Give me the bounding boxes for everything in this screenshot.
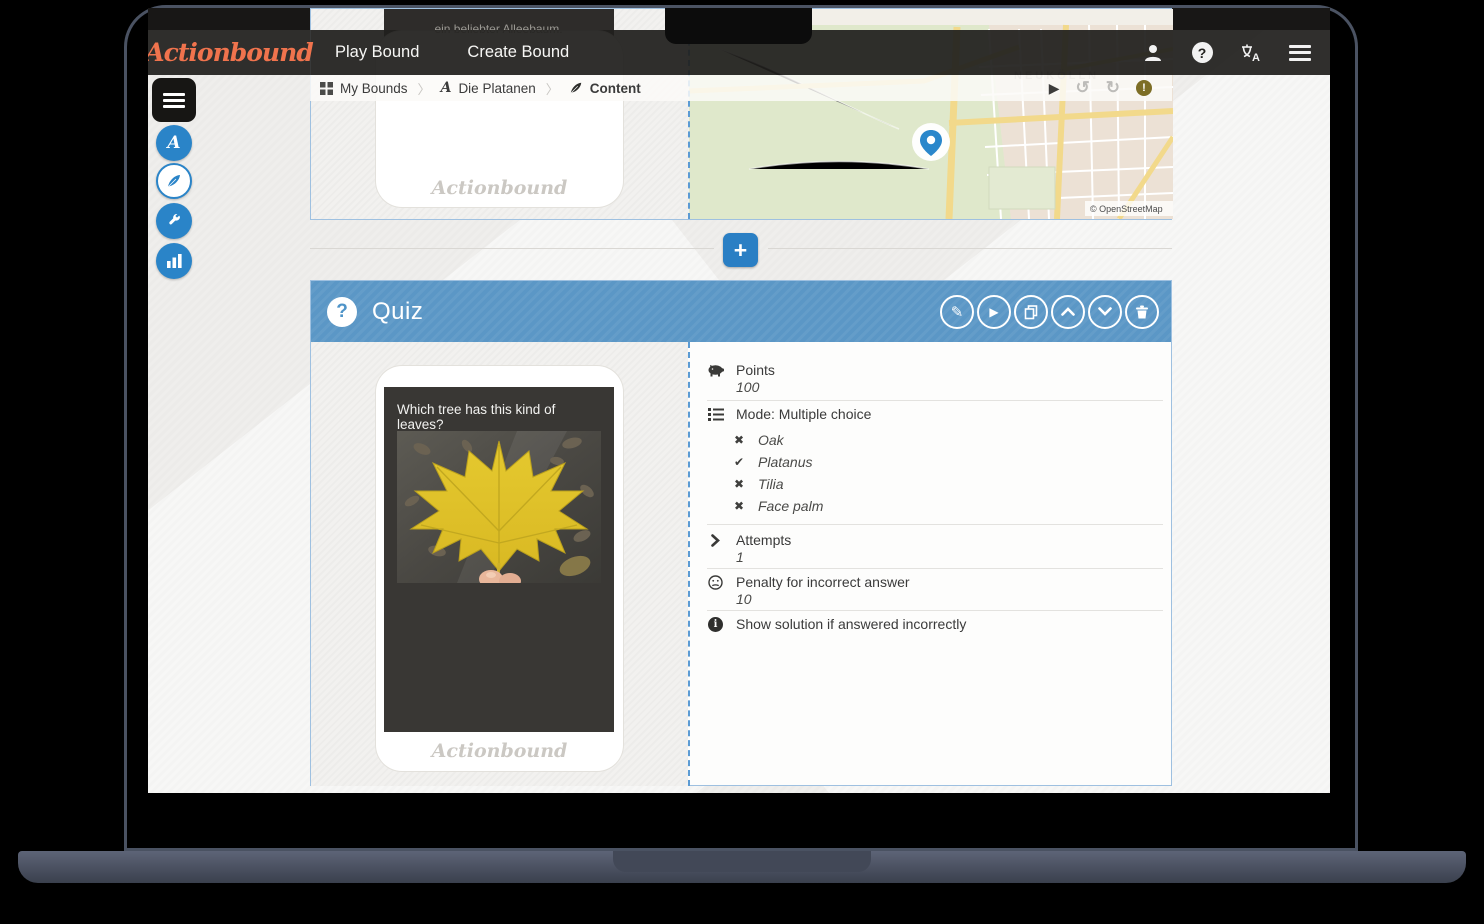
mode-row: Mode: Multiple choice [707,406,871,423]
warning-icon[interactable]: ! [1136,80,1152,96]
help-icon[interactable]: ? [1190,41,1214,65]
user-icon[interactable] [1141,41,1165,65]
quiz-header: ? Quiz ✎ ▶ [311,281,1171,342]
actionbound-a-icon: A [441,80,452,96]
penalty-row: Penalty for incorrect answer [707,574,910,591]
wrench-icon [166,213,182,229]
duplicate-button[interactable] [1014,295,1048,329]
move-up-button[interactable] [1051,295,1085,329]
svg-text:A: A [1252,52,1260,63]
info-icon: i [707,616,724,633]
quiz-settings-panel: Points 100 Mode: Multiple choice [689,342,1173,786]
piggy-bank-icon [707,362,724,379]
laptop-base-notch [613,851,871,872]
breadcrumb-my-bounds[interactable]: My Bounds [310,81,418,96]
quiz-title: Quiz [372,298,423,326]
chevron-up-icon [1061,307,1075,316]
preview-play-icon[interactable]: ▶ [1049,80,1060,97]
nav-create-bound[interactable]: Create Bound [443,30,593,75]
laptop-mockup: Actionbound [0,0,1484,924]
quiz-option: ✔ Platanus [734,454,812,470]
laptop-screen: Actionbound [148,8,1330,793]
quiz-option: ✖ Tilia [734,476,784,492]
trash-icon [1135,304,1149,319]
preview-button[interactable]: ▶ [977,295,1011,329]
breadcrumb-bound-name[interactable]: A Die Platanen [431,80,546,96]
breadcrumb-content[interactable]: Content [559,81,651,96]
leaf-photo [397,431,601,583]
copy-icon [1023,304,1039,320]
bar-chart-icon [167,254,182,268]
hamburger-icon [163,90,185,111]
wrong-mark-icon: ✖ [734,433,748,447]
edit-button[interactable]: ✎ [940,295,974,329]
phone-preview-frame-quiz: Which tree has this kind of leaves? [376,366,623,771]
quiz-type-icon: ? [327,297,357,327]
wrong-mark-icon: ✖ [734,477,748,491]
points-row: Points [707,362,775,379]
pencil-icon: ✎ [951,303,964,321]
svg-text:© OpenStreetMap: © OpenStreetMap [1090,204,1163,214]
quiz-option: ✖ Oak [734,432,784,448]
correct-mark-icon: ✔ [734,455,748,469]
grid-icon [320,82,333,95]
redo-icon[interactable]: ↻ [1106,78,1120,98]
list-icon [707,406,724,423]
stage-section-quiz: ? Quiz ✎ ▶ [310,280,1172,786]
chevron-right-icon [707,532,724,549]
undo-icon[interactable]: ↺ [1076,78,1090,98]
sidebar-menu-button[interactable] [152,78,196,122]
attempts-row: Attempts [707,532,791,549]
chevron-separator-icon: 〉 [418,79,431,98]
nav-play-bound[interactable]: Play Bound [311,30,443,75]
phone-watermark: Actionbound [376,740,623,762]
chevron-separator-icon: 〉 [546,79,559,98]
menu-icon[interactable] [1288,41,1312,65]
penalty-value: 10 [736,591,752,607]
phone-preview-screen-quiz: Which tree has this kind of leaves? [384,387,614,732]
sidebar-item-bound[interactable]: A [156,125,192,161]
play-icon: ▶ [989,305,998,319]
feather-icon [569,81,583,95]
delete-button[interactable] [1125,295,1159,329]
feather-icon [166,173,182,189]
sidebar-item-settings[interactable] [156,203,192,239]
actionbound-a-icon: A [167,133,180,153]
map-marker-icon[interactable] [910,122,952,166]
solution-row: i Show solution if answered incorrectly [707,616,966,633]
phone-watermark: Actionbound [376,177,623,199]
quiz-option: ✖ Face palm [734,498,823,514]
camera-notch [665,8,812,44]
breadcrumb: My Bounds 〉 A Die Platanen 〉 Content ▶ ↺… [310,75,1172,101]
translate-icon[interactable]: A [1239,41,1263,65]
sidebar-item-content[interactable] [156,163,192,199]
chevron-down-icon [1098,307,1112,316]
attempts-value: 1 [736,549,744,565]
points-value: 100 [736,379,759,395]
wrong-mark-icon: ✖ [734,499,748,513]
move-down-button[interactable] [1088,295,1122,329]
frown-face-icon [707,574,724,591]
add-element-button[interactable]: + [723,233,758,267]
brand-logo[interactable]: Actionbound [148,30,311,75]
sidebar-item-statistics[interactable] [156,243,192,279]
